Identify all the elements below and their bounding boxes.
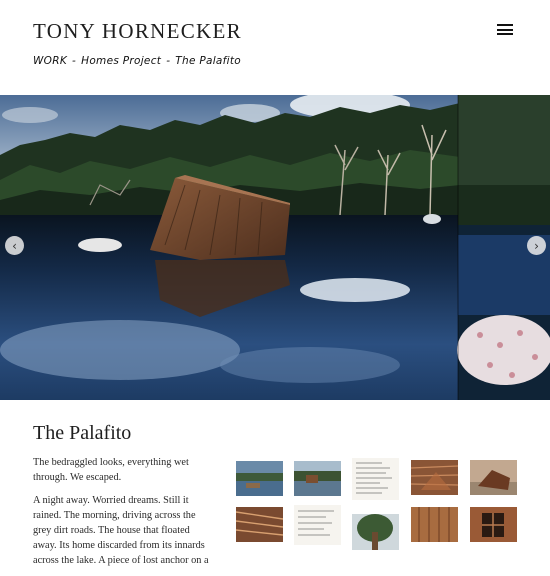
project-title: The Palafito	[33, 422, 132, 444]
breadcrumb-work[interactable]: WORK	[33, 55, 67, 67]
thumbnail-image[interactable]	[470, 460, 517, 495]
project-paragraph: The bedraggled looks, everything wet thr…	[33, 457, 189, 483]
breadcrumb: WORK - Homes Project - The Palafito	[33, 55, 241, 67]
site-title[interactable]: TONY HORNECKER	[33, 19, 242, 44]
hero-slideshow[interactable]	[0, 95, 550, 400]
thumbnail-image[interactable]	[352, 514, 399, 550]
breadcrumb-separator: -	[166, 55, 171, 67]
breadcrumb-homes-project[interactable]: Homes Project	[81, 55, 161, 67]
breadcrumb-current: The Palafito	[175, 55, 242, 67]
thumbnail-image[interactable]	[236, 507, 283, 542]
chevron-right-icon[interactable]: ›	[527, 236, 546, 255]
thumbnail-image[interactable]	[352, 458, 399, 500]
project-description: The bedraggled looks, everything wet thr…	[33, 455, 211, 576]
hero-image	[0, 95, 550, 400]
breadcrumb-separator: -	[72, 55, 77, 67]
thumbnail-image[interactable]	[294, 505, 341, 545]
thumbnail-image[interactable]	[470, 507, 517, 542]
project-paragraph: A night away. Worried dreams. Still it r…	[33, 495, 209, 566]
chevron-left-icon[interactable]: ‹	[5, 236, 24, 255]
thumbnail-image[interactable]	[411, 507, 458, 542]
thumbnail-image[interactable]	[236, 461, 283, 496]
thumbnail-image[interactable]	[411, 460, 458, 495]
hamburger-menu-icon[interactable]	[497, 24, 513, 35]
thumbnail-image[interactable]	[294, 461, 341, 496]
